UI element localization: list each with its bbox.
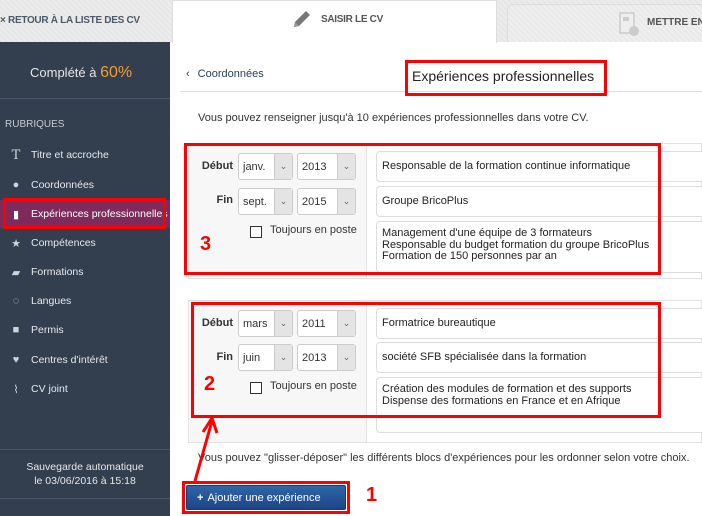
user-icon: ● <box>12 179 20 191</box>
book-icon: ▰ <box>11 266 21 279</box>
intro-text: Vous pouvez renseigner jusqu'à 10 expéri… <box>198 112 589 124</box>
back-to-list-link[interactable]: × RETOUR À LA LISTE DES CV <box>0 15 140 26</box>
heart-icon: ♥ <box>12 354 20 366</box>
pencil-icon <box>294 11 310 27</box>
divider <box>0 98 170 99</box>
divider <box>0 449 170 450</box>
close-icon: × <box>0 15 9 26</box>
title-icon: T <box>11 147 21 163</box>
annotation-number: 3 <box>200 233 212 255</box>
sidebar-item-label: Formations <box>31 266 84 278</box>
sidebar-item-cv-joint[interactable]: ⌇ CV joint <box>0 375 170 403</box>
completion-label: Complété à <box>30 65 97 80</box>
sidebar-item-label: Coordonnées <box>31 179 95 191</box>
annotation-box <box>3 198 166 229</box>
annotation-box <box>405 60 607 96</box>
sidebar-item-coordonnees[interactable]: ● Coordonnées <box>0 171 170 199</box>
truck-icon: ■ <box>12 324 20 336</box>
paperclip-icon: ⌇ <box>13 383 19 396</box>
sidebar-item-label: Centres d'intérêt <box>31 354 108 366</box>
breadcrumb-label: Coordonnées <box>197 68 264 80</box>
tab-saisir-cv[interactable]: SAISIR LE CV <box>172 0 497 43</box>
sidebar-item-label: Permis <box>31 324 64 336</box>
sidebar-item-label: CV joint <box>31 383 68 395</box>
annotation-number: 1 <box>366 484 378 506</box>
annotation-number: 2 <box>204 373 216 395</box>
completion: Complété à 60% <box>30 64 132 82</box>
sidebar-item-langues[interactable]: ◌ Langues <box>0 287 170 315</box>
sidebar-item-titre[interactable]: T Titre et accroche <box>0 141 170 169</box>
tab-mettre-en-forme[interactable]: METTRE EN <box>507 4 702 42</box>
autosave-date: le 03/06/2016 à 15:18 <box>34 475 136 487</box>
sidebar-item-label: Langues <box>31 295 72 307</box>
chevron-left-icon: ‹ <box>186 68 190 80</box>
sidebar-item-label: Titre et accroche <box>31 149 109 161</box>
tab-label: SAISIR LE CV <box>321 14 383 25</box>
autosave-status: Sauvegarde automatique le 03/06/2016 à 15… <box>0 460 170 488</box>
document-layout-icon <box>619 12 639 36</box>
sidebar-item-label: Compétences <box>31 237 96 249</box>
annotation-box <box>191 302 661 418</box>
section-title: RUBRIQUES <box>5 119 65 130</box>
sidebar: Complété à 60% RUBRIQUES T Titre et accro… <box>0 42 170 516</box>
annotation-box <box>184 143 661 275</box>
tab-label: METTRE EN <box>647 17 702 28</box>
breadcrumb-back-link[interactable]: ‹ Coordonnées <box>186 68 264 80</box>
sidebar-item-formations[interactable]: ▰ Formations <box>0 258 170 286</box>
annotation-box <box>182 481 350 514</box>
sidebar-item-permis[interactable]: ■ Permis <box>0 316 170 344</box>
completion-value: 60% <box>100 64 133 81</box>
autosave-line: Sauvegarde automatique <box>26 461 144 473</box>
annotation-arrow <box>193 417 219 482</box>
back-label: RETOUR À LA LISTE DES CV <box>8 15 140 26</box>
chat-icon: ◌ <box>12 295 20 307</box>
star-icon: ★ <box>11 237 21 250</box>
sidebar-item-centres[interactable]: ♥ Centres d'intérêt <box>0 346 170 374</box>
drag-hint: Vous pouvez "glisser-déposer" les différ… <box>198 452 690 464</box>
sidebar-item-competences[interactable]: ★ Compétences <box>0 229 170 257</box>
divider <box>0 498 170 499</box>
